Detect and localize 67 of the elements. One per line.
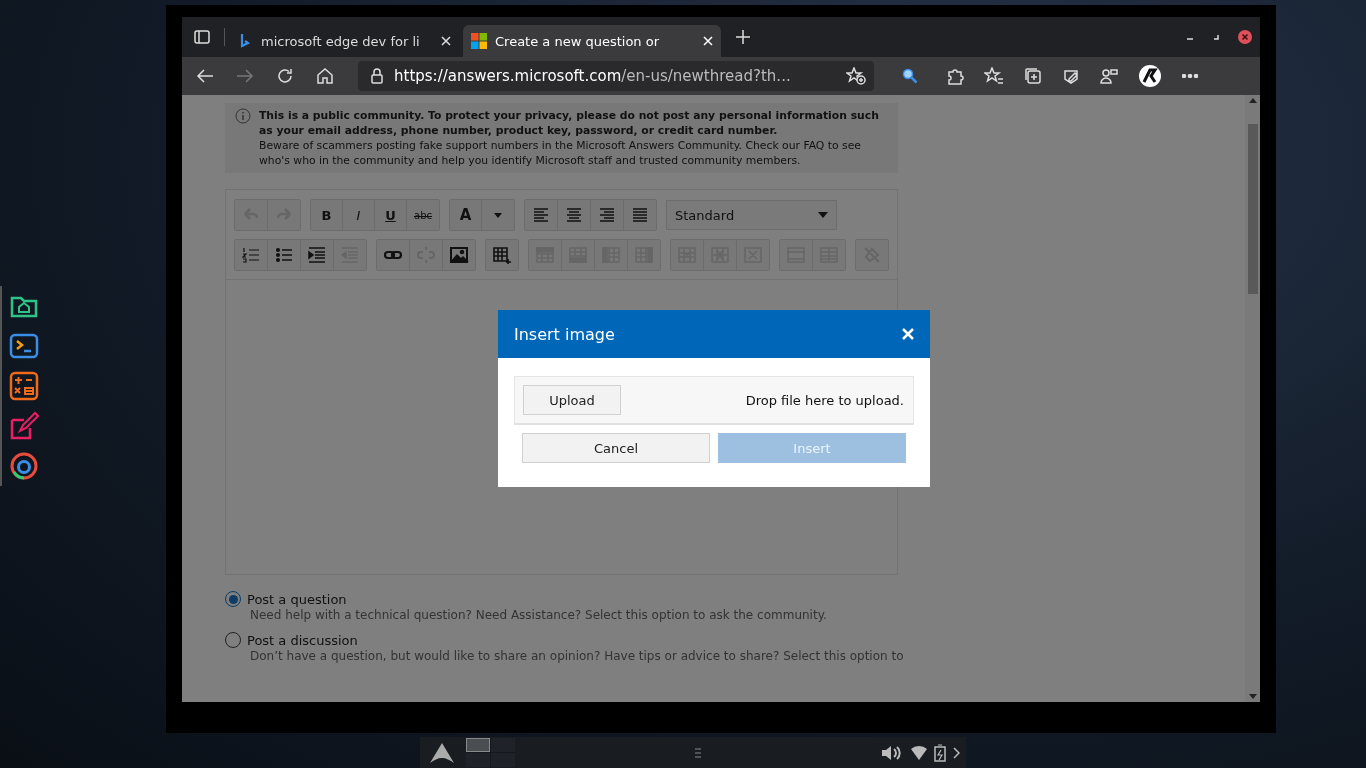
favorites-icon[interactable] xyxy=(984,67,1004,85)
strike-button[interactable]: abc xyxy=(407,200,439,230)
tab-actions-icon[interactable] xyxy=(194,29,210,45)
scrollbar[interactable] xyxy=(1245,95,1260,702)
note-edit-icon[interactable] xyxy=(8,410,40,442)
profile-avatar-icon[interactable] xyxy=(1138,64,1162,88)
scroll-up-icon xyxy=(1248,97,1257,103)
calculator-icon[interactable] xyxy=(8,370,40,402)
url-path: /en-us/newthread?th... xyxy=(621,67,791,85)
table-insert-icon[interactable] xyxy=(492,245,512,265)
battery-icon[interactable] xyxy=(934,743,946,762)
tab-title: Create a new question or xyxy=(495,33,661,49)
wifi-icon[interactable] xyxy=(910,744,928,761)
cancel-button[interactable]: Cancel xyxy=(522,433,710,463)
option-label: Post a discussion xyxy=(247,632,358,648)
restore-icon[interactable] xyxy=(1212,33,1220,41)
chevron-right-icon[interactable] xyxy=(952,746,960,759)
speaker-icon[interactable] xyxy=(880,743,904,762)
align-left-icon[interactable] xyxy=(531,205,551,225)
scroll-down-icon xyxy=(1248,694,1257,700)
bold-button[interactable]: B xyxy=(311,200,343,230)
lock-icon xyxy=(370,68,384,84)
justify-icon[interactable] xyxy=(630,205,650,225)
browser-icon[interactable] xyxy=(8,450,40,482)
close-window-icon[interactable] xyxy=(1238,30,1252,44)
privacy-warning: This is a public community. To protect your privacy, please do not post any personal information such as your email address, phone number, product key, password, or credit card number. xyxy=(259,108,880,138)
font-color-button[interactable]: A xyxy=(450,200,482,230)
indent-icon[interactable] xyxy=(307,245,327,265)
new-tab-icon[interactable] xyxy=(735,29,751,45)
home-icon[interactable] xyxy=(316,67,334,85)
format-value: Standard xyxy=(675,207,735,223)
more-icon[interactable] xyxy=(1182,74,1198,78)
underline-button[interactable]: U xyxy=(375,200,407,230)
dialog-title: Insert image xyxy=(514,324,615,344)
url-host: https://answers.microsoft.com xyxy=(394,67,622,85)
numbered-list-icon[interactable] xyxy=(241,245,261,265)
option-label: Post a question xyxy=(247,591,347,607)
refresh-icon[interactable] xyxy=(276,67,294,85)
align-right-icon[interactable] xyxy=(597,205,617,225)
forward-icon[interactable] xyxy=(236,68,254,84)
option-description: Don’t have a question, but would like to share an opinion? Have tips or advice to share? Select this option to xyxy=(250,649,905,663)
align-center-icon[interactable] xyxy=(564,205,584,225)
bullet-list-icon[interactable] xyxy=(274,245,294,265)
shield-edit-icon[interactable] xyxy=(1062,67,1080,85)
option-description: Need help with a technical question? Need Assistance? Select this option to ask the community. xyxy=(250,608,828,622)
scrollbar-thumb[interactable] xyxy=(1247,123,1258,294)
browser-tab[interactable]: Create a new question or xyxy=(463,25,721,57)
add-favorite-icon[interactable] xyxy=(846,67,866,85)
tab-title: microsoft edge dev for li xyxy=(261,33,421,49)
scam-notice: Beware of scammers posting fake support numbers in the Microsoft Answers Community. Check our FAQ to see who's who in the community and help you identify Microsoft staff and trusted community members. xyxy=(259,138,862,168)
collections-icon[interactable] xyxy=(1024,67,1042,85)
drag-handle-icon xyxy=(694,746,701,759)
caret-icon xyxy=(818,211,828,219)
people-icon[interactable] xyxy=(1100,67,1118,85)
info-icon xyxy=(235,108,251,124)
upload-button[interactable]: Upload xyxy=(523,385,621,415)
close-icon[interactable] xyxy=(441,36,451,46)
puzzle-icon[interactable] xyxy=(946,67,964,85)
address-bar[interactable]: https://answers.microsoft.com/en-us/newthread?th... xyxy=(358,61,874,91)
search-icon[interactable] xyxy=(902,68,918,84)
browser-tab[interactable]: microsoft edge dev for li xyxy=(231,25,459,57)
grid-logo-icon xyxy=(471,33,487,49)
format-dropdown[interactable]: Standard xyxy=(666,200,837,230)
workspace-switcher[interactable] xyxy=(466,738,515,767)
back-icon[interactable] xyxy=(196,68,214,84)
image-icon[interactable] xyxy=(449,245,469,265)
italic-button[interactable]: I xyxy=(343,200,375,230)
